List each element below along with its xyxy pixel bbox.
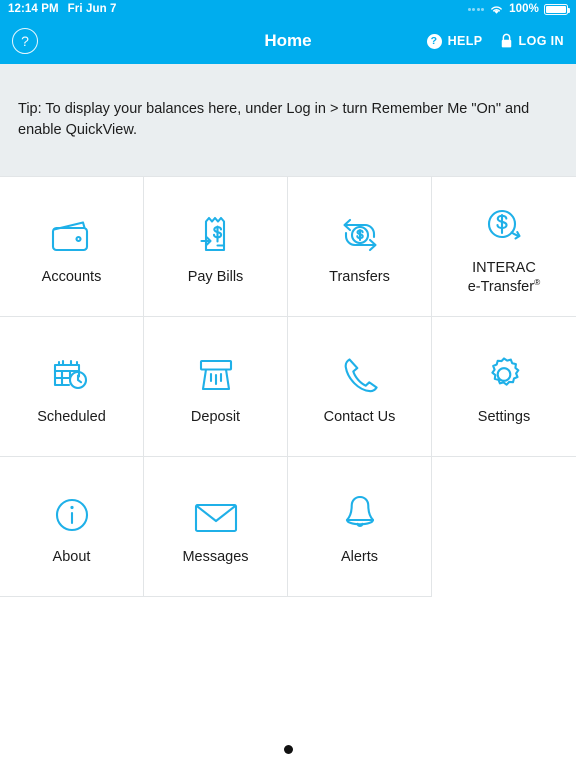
help-button[interactable]: ? HELP [426, 33, 483, 49]
battery-percent: 100% [509, 3, 539, 15]
tile-pay-bills[interactable]: Pay Bills [144, 177, 288, 317]
tile-contact-us[interactable]: Contact Us [288, 317, 432, 457]
tile-scheduled[interactable]: Scheduled [0, 317, 144, 457]
nav-bar: ? Home ? HELP LOG IN [0, 18, 576, 64]
question-mark-icon: ? [21, 33, 29, 49]
tile-label: Pay Bills [187, 269, 244, 286]
transfer-arrows-dollar-icon [336, 206, 384, 256]
nav-actions: ? HELP LOG IN [426, 33, 564, 49]
gear-icon [482, 346, 526, 396]
status-bar-right: 100% [467, 3, 571, 15]
tile-label: About [52, 549, 91, 566]
tile-label-line1: INTERAC [472, 259, 536, 276]
envelope-icon [192, 486, 240, 536]
tile-label: INTERAC e-Transfer® [468, 259, 541, 296]
deposit-slot-icon [195, 346, 237, 396]
phone-icon [338, 346, 382, 396]
tip-banner: Tip: To display your balances here, unde… [0, 64, 576, 176]
tile-messages[interactable]: Messages [144, 457, 288, 597]
battery-full-icon [544, 3, 571, 15]
status-bar-left: 12:14 PM Fri Jun 7 [8, 3, 117, 15]
tile-label: Scheduled [37, 409, 106, 426]
padlock-icon [501, 33, 511, 48]
help-icon: ? [426, 33, 442, 49]
tile-transfers[interactable]: Transfers [288, 177, 432, 317]
tile-deposit[interactable]: Deposit [144, 317, 288, 457]
tile-label: Alerts [340, 549, 379, 566]
login-button[interactable]: LOG IN [500, 33, 564, 49]
wallet-icon [49, 206, 95, 256]
tile-label: Accounts [41, 269, 102, 286]
status-time: 12:14 PM [8, 3, 59, 15]
calendar-clock-icon [49, 346, 95, 396]
tile-label: Transfers [329, 269, 390, 286]
tile-empty-slot [432, 457, 576, 597]
tile-label: Contact Us [323, 409, 396, 426]
tile-alerts[interactable]: Alerts [288, 457, 432, 597]
tile-label: Messages [182, 549, 249, 566]
signal-dots-icon [467, 7, 485, 11]
page-indicator[interactable] [0, 745, 576, 754]
receipt-dollar-icon [196, 206, 236, 256]
tile-label: Deposit [190, 409, 241, 426]
circle-dollar-arrow-icon [481, 197, 527, 247]
wifi-icon [491, 5, 503, 14]
status-date: Fri Jun 7 [67, 3, 117, 15]
tip-banner-text: Tip: To display your balances here, unde… [18, 100, 530, 138]
tile-label: Settings [477, 409, 531, 426]
page-dot-active[interactable] [283, 745, 293, 754]
status-bar: 12:14 PM Fri Jun 7 100% [0, 0, 576, 18]
tile-label-line2: e-Transfer [467, 278, 535, 295]
help-button-label: HELP [447, 34, 483, 48]
trademark-symbol: ® [534, 277, 541, 288]
tile-settings[interactable]: Settings [432, 317, 576, 457]
bell-icon [339, 486, 381, 536]
tile-interac-etransfer[interactable]: INTERAC e-Transfer® [432, 177, 576, 317]
help-circle-button[interactable]: ? [12, 28, 38, 54]
tile-accounts[interactable]: Accounts [0, 177, 144, 317]
tile-about[interactable]: About [0, 457, 144, 597]
info-circle-icon [51, 486, 93, 536]
login-button-label: LOG IN [518, 34, 564, 48]
shortcut-grid: Accounts Pay Bills Transfers INTERAC e-T… [0, 176, 576, 597]
